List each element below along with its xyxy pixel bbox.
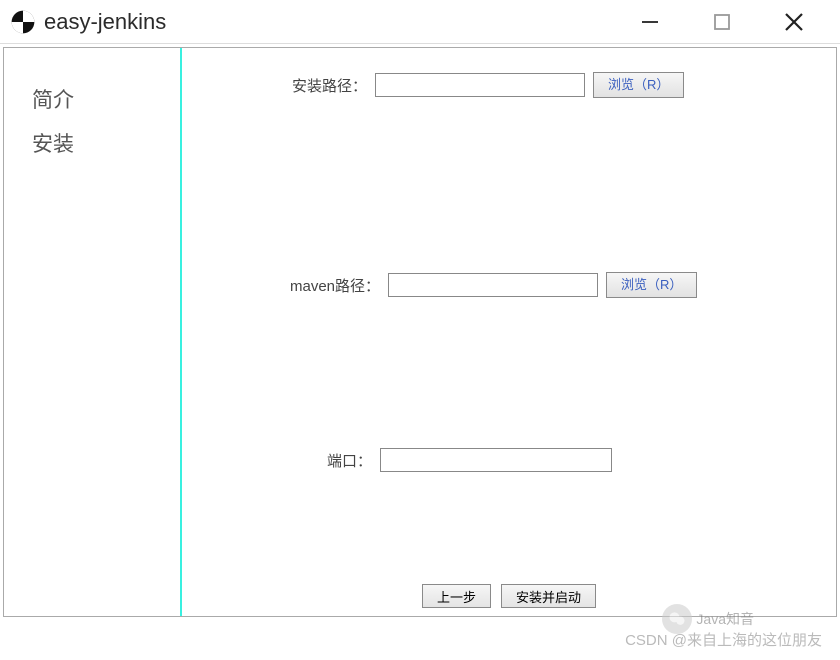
sidebar-item-install[interactable]: 安装: [32, 128, 180, 158]
maven-path-browse-button[interactable]: 浏览（R）: [606, 272, 697, 298]
sidebar: 简介 安装: [4, 48, 182, 616]
port-row: 端口：: [327, 448, 612, 472]
window-controls: [628, 5, 836, 39]
close-button[interactable]: [772, 5, 816, 39]
sidebar-item-intro[interactable]: 简介: [32, 84, 180, 114]
maven-path-row: maven路径： 浏览（R）: [290, 272, 697, 298]
install-path-label: 安装路径：: [292, 75, 367, 96]
app-icon: [10, 9, 36, 35]
footer-buttons: 上一步 安装并启动: [182, 584, 836, 608]
app-title: easy-jenkins: [44, 9, 166, 35]
install-start-button[interactable]: 安装并启动: [501, 584, 596, 608]
maven-path-input[interactable]: [388, 273, 598, 297]
install-path-row: 安装路径： 浏览（R）: [292, 72, 684, 98]
port-label: 端口：: [327, 450, 372, 471]
content-area: 简介 安装 安装路径： 浏览（R） maven路径： 浏览（R） 端口： 上一步…: [3, 47, 837, 617]
maven-path-label: maven路径：: [290, 275, 380, 296]
port-input[interactable]: [380, 448, 612, 472]
minimize-button[interactable]: [628, 5, 672, 39]
install-path-browse-button[interactable]: 浏览（R）: [593, 72, 684, 98]
maximize-button[interactable]: [700, 5, 744, 39]
title-bar: easy-jenkins: [0, 0, 840, 44]
main-panel: 安装路径： 浏览（R） maven路径： 浏览（R） 端口： 上一步 安装并启动: [182, 48, 836, 616]
prev-button[interactable]: 上一步: [422, 584, 491, 608]
install-path-input[interactable]: [375, 73, 585, 97]
csdn-watermark: CSDN @来自上海的这位朋友: [625, 629, 822, 650]
